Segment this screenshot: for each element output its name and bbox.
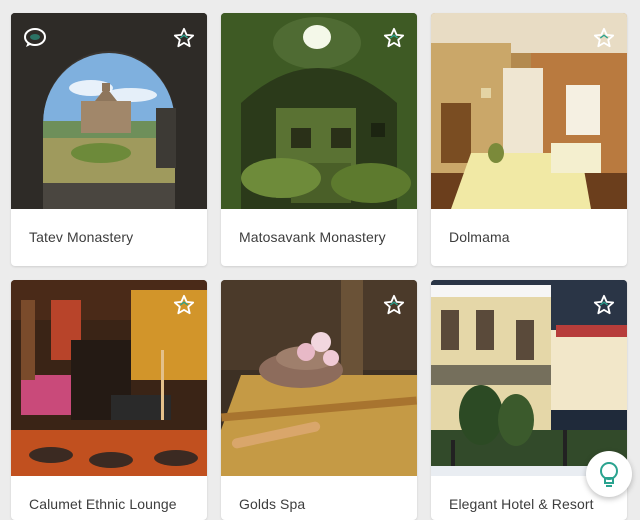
star-outline-icon[interactable] <box>383 27 405 49</box>
place-title: Elegant Hotel & Resort <box>449 496 594 512</box>
place-photo <box>11 280 207 476</box>
place-title: Dolmama <box>449 229 510 245</box>
places-grid: Tatev Monastery Matosavank Monastery Dol… <box>0 0 640 520</box>
lightbulb-icon <box>600 462 618 487</box>
star-outline-icon[interactable] <box>593 294 615 316</box>
place-photo <box>431 13 627 209</box>
place-title: Calumet Ethnic Lounge <box>29 496 177 512</box>
place-card-calumet-ethnic-lounge[interactable]: Calumet Ethnic Lounge <box>11 280 207 520</box>
place-photo <box>431 280 627 476</box>
place-title: Tatev Monastery <box>29 229 134 245</box>
assistant-fab-button[interactable] <box>586 451 632 497</box>
star-outline-icon[interactable] <box>383 294 405 316</box>
place-photo <box>221 280 417 476</box>
chat-bubble-icon[interactable] <box>23 27 47 49</box>
star-outline-icon[interactable] <box>173 294 195 316</box>
place-card-tatev-monastery[interactable]: Tatev Monastery <box>11 13 207 266</box>
place-card-matosavank-monastery[interactable]: Matosavank Monastery <box>221 13 417 266</box>
place-title: Matosavank Monastery <box>239 229 386 245</box>
place-photo <box>221 13 417 209</box>
place-title: Golds Spa <box>239 496 306 512</box>
star-outline-icon[interactable] <box>173 27 195 49</box>
star-outline-icon[interactable] <box>593 27 615 49</box>
place-photo <box>11 13 207 209</box>
place-card-dolmama[interactable]: Dolmama <box>431 13 627 266</box>
place-card-golds-spa[interactable]: Golds Spa <box>221 280 417 520</box>
